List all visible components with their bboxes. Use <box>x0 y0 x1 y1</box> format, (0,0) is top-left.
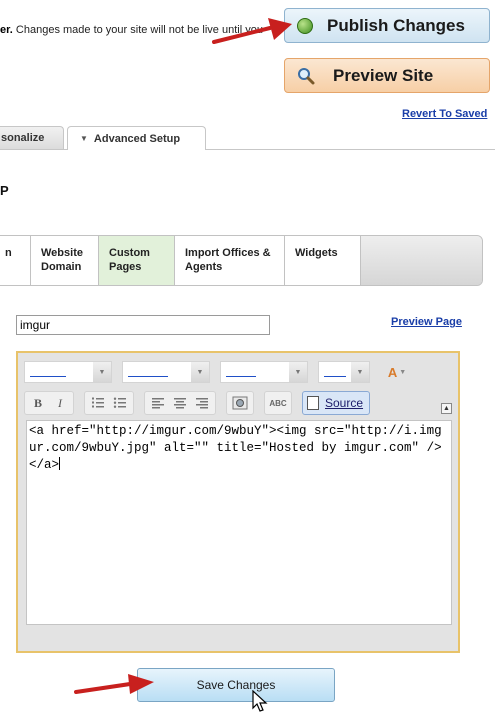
list-group <box>84 391 134 415</box>
tab-advanced-setup-label: Advanced Setup <box>93 132 181 145</box>
spellcheck-group: ABC <box>264 391 292 415</box>
chevron-down-icon: ▼ <box>191 362 209 382</box>
numbered-list-icon[interactable] <box>87 393 109 413</box>
size-select[interactable]: ▼ <box>220 361 308 383</box>
sub-tab-website-domain-label: Website Domain <box>41 247 83 273</box>
sub-tab-partial-label: n <box>5 247 12 259</box>
sub-tab-import-offices[interactable]: Import Offices & Agents <box>175 236 285 285</box>
style-select-value <box>324 376 346 377</box>
preview-site-button[interactable]: Preview Site <box>284 58 490 93</box>
editor-toolbar-row1: ▼ ▼ ▼ ▼ A ▼ <box>24 361 414 383</box>
mouse-pointer-icon <box>252 690 268 712</box>
tab-personalize-label: sonalize <box>1 132 45 144</box>
tab-personalize[interactable]: sonalize <box>0 126 64 149</box>
chevron-down-icon: ▼ <box>289 362 307 382</box>
annotation-arrow-publish <box>212 18 292 44</box>
size-select-value <box>226 376 256 377</box>
chevron-down-icon: ▼ <box>93 362 111 382</box>
align-group <box>144 391 216 415</box>
sub-tab-custom-pages[interactable]: Custom Pages <box>99 236 175 285</box>
source-button[interactable]: Source <box>302 391 371 415</box>
text-caret <box>59 457 61 470</box>
publish-globe-icon <box>297 17 313 34</box>
bold-icon[interactable]: B <box>27 393 49 413</box>
editor-toolbar-row2: B I ABC Source <box>24 391 371 415</box>
source-code-area[interactable]: <a href="http://imgur.com/9wbuY"><img sr… <box>26 420 452 625</box>
sub-tab-widgets[interactable]: Widgets <box>285 236 361 285</box>
section-heading: P <box>0 183 9 198</box>
tab-advanced-setup[interactable]: ▼ Advanced Setup <box>67 126 206 150</box>
preview-site-label: Preview Site <box>333 65 434 85</box>
source-document-icon <box>307 396 319 410</box>
chevron-down-icon: ▼ <box>351 362 369 382</box>
style-select[interactable]: ▼ <box>318 361 370 383</box>
active-tab-joint <box>68 149 205 150</box>
source-button-label: Source <box>325 396 364 410</box>
sub-tab-filler <box>361 236 482 285</box>
sub-tab-partial[interactable]: n <box>0 236 31 285</box>
rich-text-editor: ▼ ▼ ▼ ▼ A ▼ B I ABC Source ▲ <a href="ht… <box>16 351 460 653</box>
format-select-value <box>30 376 66 377</box>
preview-page-link[interactable]: Preview Page <box>391 316 462 328</box>
annotation-arrow-save <box>74 674 154 694</box>
sub-tab-website-domain[interactable]: Website Domain <box>31 236 99 285</box>
magnifier-icon <box>298 67 315 84</box>
sub-tab-custom-pages-label: Custom Pages <box>109 247 150 273</box>
align-center-icon[interactable] <box>169 393 191 413</box>
format-select[interactable]: ▼ <box>24 361 112 383</box>
text-style-group: B I <box>24 391 74 415</box>
publish-changes-button[interactable]: Publish Changes <box>284 8 490 43</box>
insert-image-icon[interactable] <box>229 393 251 413</box>
revert-to-saved-link[interactable]: Revert To Saved <box>402 108 487 120</box>
italic-icon[interactable]: I <box>49 393 71 413</box>
font-select[interactable]: ▼ <box>122 361 210 383</box>
save-changes-button[interactable]: Save Changes <box>137 668 335 702</box>
align-right-icon[interactable] <box>191 393 213 413</box>
sub-tab-widgets-label: Widgets <box>295 247 338 259</box>
font-select-value <box>128 376 168 377</box>
image-group <box>226 391 254 415</box>
collapse-toolbar-icon[interactable]: ▲ <box>441 403 452 414</box>
publish-changes-label: Publish Changes <box>327 15 465 35</box>
triangle-down-icon: ▼ <box>80 134 88 143</box>
notice-bold: er. <box>0 24 13 36</box>
source-code-text: <a href="http://imgur.com/9wbuY"><img sr… <box>29 424 442 472</box>
align-left-icon[interactable] <box>147 393 169 413</box>
bullet-list-icon[interactable] <box>109 393 131 413</box>
sub-tab-bar: n Website Domain Custom Pages Import Off… <box>0 235 483 286</box>
text-color-icon[interactable]: A ▼ <box>380 361 414 383</box>
page-name-input[interactable] <box>16 315 270 335</box>
sub-tab-import-offices-label: Import Offices & Agents <box>185 247 271 273</box>
spellcheck-icon[interactable]: ABC <box>267 393 289 413</box>
